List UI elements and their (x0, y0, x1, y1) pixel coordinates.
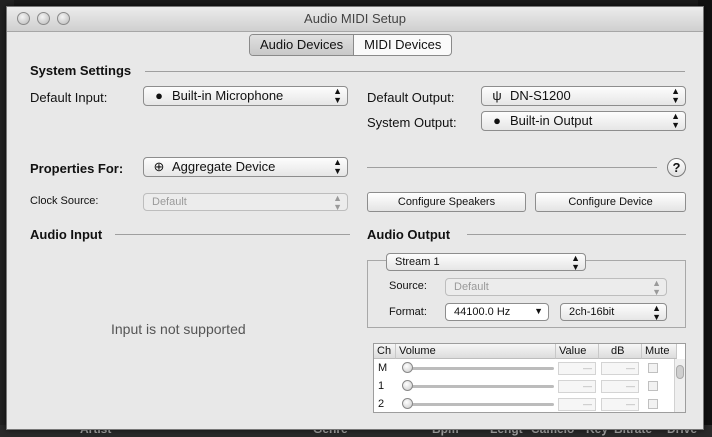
audio-output-heading: Audio Output (367, 227, 451, 242)
clock-source-popup[interactable]: Default ▲ ▼ (143, 193, 348, 211)
clock-source-label: Clock Source: (30, 195, 99, 207)
window-title: Audio MIDI Setup (304, 11, 406, 26)
title-bar[interactable]: Audio MIDI Setup (7, 7, 703, 32)
configure-speakers-button[interactable]: Configure Speakers (367, 192, 526, 212)
volume-slider-knob[interactable] (402, 380, 413, 391)
source-label: Source: (389, 280, 427, 292)
section-divider (115, 234, 350, 235)
source-popup[interactable]: Default ▲ ▼ (445, 278, 667, 296)
channel-volume-table: Ch Volume Value dB Mute M — — 1 — — 2 — … (373, 343, 686, 413)
db-field[interactable]: — (601, 380, 639, 393)
mute-checkbox[interactable] (648, 381, 658, 391)
section-divider (145, 71, 685, 72)
device-tabs: Audio Devices MIDI Devices (249, 34, 453, 56)
default-output-popup[interactable]: ψ DN-S1200 ▲ ▼ (481, 86, 686, 106)
volume-slider-knob[interactable] (402, 362, 413, 373)
volume-slider-knob[interactable] (402, 398, 413, 409)
column-header-ch[interactable]: Ch (374, 344, 396, 359)
format-bits-popup[interactable]: 2ch-16bit ▲ ▼ (560, 303, 667, 321)
default-input-label: Default Input: (30, 90, 108, 105)
popup-arrows-icon: ▲ ▼ (671, 86, 680, 105)
default-input-value: Built-in Microphone (172, 88, 284, 103)
default-input-popup[interactable]: ● Built-in Microphone ▲ ▼ (143, 86, 348, 106)
source-value: Default (454, 281, 489, 293)
system-settings-heading: System Settings (30, 63, 132, 78)
stream-popup[interactable]: Stream 1 ▲ ▼ (386, 253, 586, 271)
volume-slider-track[interactable] (406, 403, 554, 406)
apple-icon: ● (155, 88, 163, 103)
tab-midi-devices[interactable]: MIDI Devices (354, 35, 451, 55)
mute-checkbox[interactable] (648, 399, 658, 409)
value-field[interactable]: — (558, 380, 596, 393)
volume-slider-track[interactable] (406, 385, 554, 388)
stream-value: Stream 1 (395, 256, 440, 268)
usb-icon: ψ (492, 88, 502, 103)
popup-arrows-icon: ▲ ▼ (671, 111, 680, 130)
system-output-popup[interactable]: ● Built-in Output ▲ ▼ (481, 111, 686, 131)
section-divider (367, 167, 657, 168)
table-vertical-scrollbar[interactable] (674, 359, 685, 412)
column-header-volume[interactable]: Volume (396, 344, 556, 359)
default-output-label: Default Output: (367, 90, 455, 105)
chevron-down-icon: ▼ (534, 306, 543, 316)
column-header-value[interactable]: Value (556, 344, 599, 359)
input-not-supported-message: Input is not supported (111, 321, 246, 337)
db-field[interactable]: — (601, 398, 639, 411)
popup-arrows-icon: ▲ ▼ (652, 278, 661, 296)
table-row: 2 — — (374, 396, 685, 412)
format-rate-combo[interactable]: 44100.0 Hz ▼ (445, 303, 549, 321)
popup-arrows-icon: ▲ ▼ (571, 253, 580, 271)
apple-icon: ● (493, 113, 501, 128)
help-button[interactable]: ? (667, 158, 686, 177)
db-field[interactable]: — (601, 362, 639, 375)
table-row: M — — (374, 360, 685, 377)
popup-arrows-icon: ▲ ▼ (333, 193, 342, 211)
section-divider (467, 234, 686, 235)
format-bits-value: 2ch-16bit (569, 306, 615, 318)
channel-label: 2 (378, 398, 385, 410)
format-label: Format: (389, 306, 427, 318)
system-output-label: System Output: (367, 115, 457, 130)
popup-arrows-icon: ▲ ▼ (333, 86, 342, 105)
scrollbar-thumb[interactable] (676, 365, 684, 379)
column-header-mute[interactable]: Mute (642, 344, 677, 359)
value-field[interactable]: — (558, 398, 596, 411)
column-header-db[interactable]: dB (599, 344, 642, 359)
popup-arrows-icon: ▲ ▼ (333, 157, 342, 176)
properties-for-label: Properties For: (30, 161, 124, 176)
default-output-value: DN-S1200 (510, 88, 571, 103)
channel-label: M (378, 362, 388, 374)
tab-audio-devices[interactable]: Audio Devices (250, 35, 355, 55)
volume-slider-track[interactable] (406, 367, 554, 370)
configure-device-button[interactable]: Configure Device (535, 192, 686, 212)
audio-input-heading: Audio Input (30, 227, 103, 242)
clock-source-value: Default (152, 196, 187, 208)
audio-midi-setup-window: Audio MIDI Setup Audio Devices MIDI Devi… (6, 6, 704, 430)
properties-for-popup[interactable]: ⊕ Aggregate Device ▲ ▼ (143, 157, 348, 177)
properties-for-value: Aggregate Device (172, 159, 276, 174)
format-rate-value: 44100.0 Hz (454, 306, 511, 318)
plus-circle-icon: ⊕ (153, 159, 165, 174)
channel-label: 1 (378, 380, 385, 392)
value-field[interactable]: — (558, 362, 596, 375)
table-row: 1 — — (374, 378, 685, 395)
system-output-value: Built-in Output (510, 113, 593, 128)
mute-checkbox[interactable] (648, 363, 658, 373)
popup-arrows-icon: ▲ ▼ (652, 303, 661, 321)
